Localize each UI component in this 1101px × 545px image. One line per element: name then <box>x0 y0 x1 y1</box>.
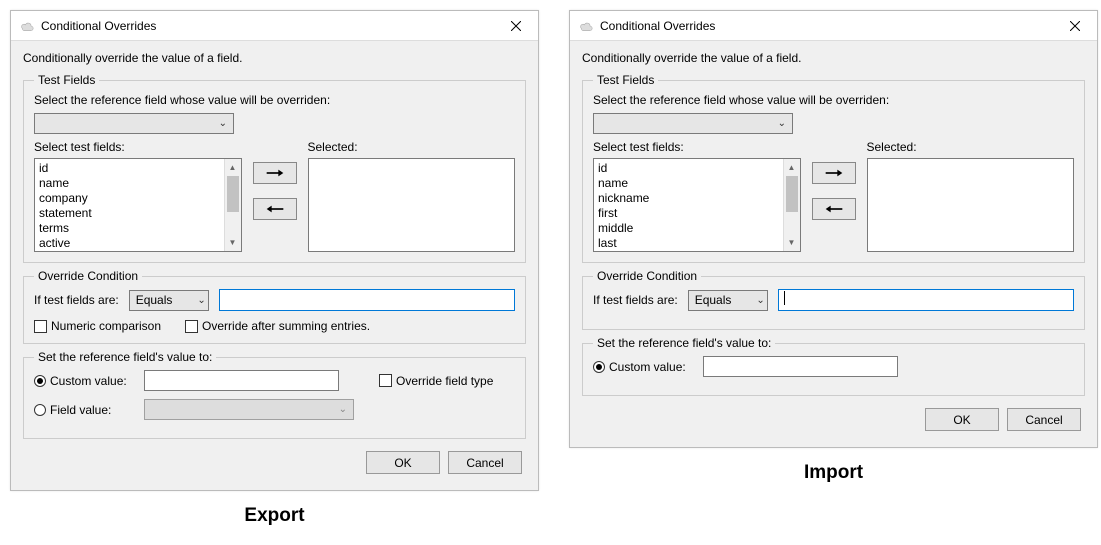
operator-value: Equals <box>136 293 173 307</box>
dialog-description: Conditionally override the value of a fi… <box>582 51 1085 65</box>
custom-value-radio[interactable]: Custom value: <box>593 360 693 374</box>
dialog-caption: Export <box>10 505 539 527</box>
chevron-down-icon: ⌄ <box>215 118 231 129</box>
condition-value-input[interactable] <box>219 289 515 311</box>
scrollbar[interactable]: ▲ ▼ <box>783 159 800 251</box>
cancel-button[interactable]: Cancel <box>1007 408 1081 431</box>
scrollbar[interactable]: ▲ ▼ <box>224 159 241 251</box>
available-field-item[interactable]: last <box>598 236 779 251</box>
conditional-overrides-dialog: Conditional Overrides Conditionally over… <box>569 10 1098 448</box>
cloud-icon <box>19 18 35 34</box>
override-after-summing-checkbox[interactable]: Override after summing entries. <box>185 319 370 333</box>
move-right-button[interactable] <box>812 162 856 184</box>
available-field-item[interactable]: nickname <box>598 191 779 206</box>
cancel-button[interactable]: Cancel <box>448 451 522 474</box>
override-condition-group: Override Condition If test fields are: E… <box>23 269 526 344</box>
operator-value: Equals <box>695 293 732 307</box>
available-field-item[interactable]: terms <box>39 221 220 236</box>
override-field-type-checkbox[interactable]: Override field type <box>379 374 493 388</box>
scroll-down-icon[interactable]: ▼ <box>225 234 241 251</box>
reference-field-label: Select the reference field whose value w… <box>593 93 1074 107</box>
custom-value-input[interactable] <box>144 370 339 391</box>
scroll-thumb[interactable] <box>786 176 798 212</box>
chevron-down-icon: ⌄ <box>335 404 351 415</box>
scroll-thumb[interactable] <box>227 176 239 212</box>
numeric-comparison-checkbox[interactable]: Numeric comparison <box>34 319 161 333</box>
available-field-item[interactable]: id <box>39 161 220 176</box>
available-field-item[interactable]: name <box>39 176 220 191</box>
dialog-caption: Import <box>569 462 1098 484</box>
override-condition-legend: Override Condition <box>34 269 142 283</box>
custom-value-input[interactable] <box>703 356 898 377</box>
cloud-icon <box>578 18 594 34</box>
set-reference-legend: Set the reference field's value to: <box>34 350 216 364</box>
reference-field-select[interactable]: ⌄ <box>34 113 234 134</box>
close-button[interactable] <box>493 11 538 41</box>
available-field-item[interactable]: middle <box>598 221 779 236</box>
available-field-item[interactable]: name <box>598 176 779 191</box>
available-fields-label: Select test fields: <box>593 140 801 154</box>
set-reference-value-group: Set the reference field's value to: Cust… <box>582 336 1085 396</box>
move-left-button[interactable] <box>253 198 297 220</box>
test-fields-group: Test Fields Select the reference field w… <box>582 73 1085 263</box>
field-value-select[interactable]: ⌄ <box>144 399 354 420</box>
custom-value-radio[interactable]: Custom value: <box>34 374 134 388</box>
available-fields-list[interactable]: idnamenicknamefirstmiddlelast ▲ ▼ <box>593 158 801 252</box>
override-condition-group: Override Condition If test fields are: E… <box>582 269 1085 330</box>
field-value-radio[interactable]: Field value: <box>34 403 134 417</box>
available-field-item[interactable]: company <box>39 191 220 206</box>
close-button[interactable] <box>1052 11 1097 41</box>
ok-button[interactable]: OK <box>925 408 999 431</box>
test-fields-group: Test Fields Select the reference field w… <box>23 73 526 263</box>
available-field-item[interactable]: first <box>598 206 779 221</box>
test-fields-legend: Test Fields <box>593 73 658 87</box>
chevron-down-icon: ⌄ <box>756 295 764 306</box>
set-reference-value-group: Set the reference field's value to: Cust… <box>23 350 526 439</box>
chevron-down-icon: ⌄ <box>197 295 205 306</box>
scroll-up-icon[interactable]: ▲ <box>225 159 241 176</box>
override-condition-legend: Override Condition <box>593 269 701 283</box>
condition-value-input[interactable] <box>778 289 1074 311</box>
if-test-fields-label: If test fields are: <box>593 293 678 307</box>
available-field-item[interactable]: statement <box>39 206 220 221</box>
if-test-fields-label: If test fields are: <box>34 293 119 307</box>
available-fields-label: Select test fields: <box>34 140 242 154</box>
set-reference-legend: Set the reference field's value to: <box>593 336 775 350</box>
test-fields-legend: Test Fields <box>34 73 99 87</box>
move-right-button[interactable] <box>253 162 297 184</box>
dialog-title: Conditional Overrides <box>41 19 493 33</box>
conditional-overrides-dialog: Conditional Overrides Conditionally over… <box>10 10 539 491</box>
selected-fields-list[interactable] <box>867 158 1075 252</box>
chevron-down-icon: ⌄ <box>774 118 790 129</box>
reference-field-select[interactable]: ⌄ <box>593 113 793 134</box>
scroll-down-icon[interactable]: ▼ <box>784 234 800 251</box>
operator-select[interactable]: Equals ⌄ <box>688 290 768 311</box>
titlebar: Conditional Overrides <box>11 11 538 41</box>
available-field-item[interactable]: id <box>598 161 779 176</box>
selected-fields-label: Selected: <box>308 140 516 154</box>
selected-fields-list[interactable] <box>308 158 516 252</box>
scroll-up-icon[interactable]: ▲ <box>784 159 800 176</box>
titlebar: Conditional Overrides <box>570 11 1097 41</box>
ok-button[interactable]: OK <box>366 451 440 474</box>
available-fields-list[interactable]: idnamecompanystatementtermsactive ▲ ▼ <box>34 158 242 252</box>
dialog-title: Conditional Overrides <box>600 19 1052 33</box>
selected-fields-label: Selected: <box>867 140 1075 154</box>
dialog-description: Conditionally override the value of a fi… <box>23 51 526 65</box>
operator-select[interactable]: Equals ⌄ <box>129 290 209 311</box>
available-field-item[interactable]: active <box>39 236 220 251</box>
reference-field-label: Select the reference field whose value w… <box>34 93 515 107</box>
move-left-button[interactable] <box>812 198 856 220</box>
